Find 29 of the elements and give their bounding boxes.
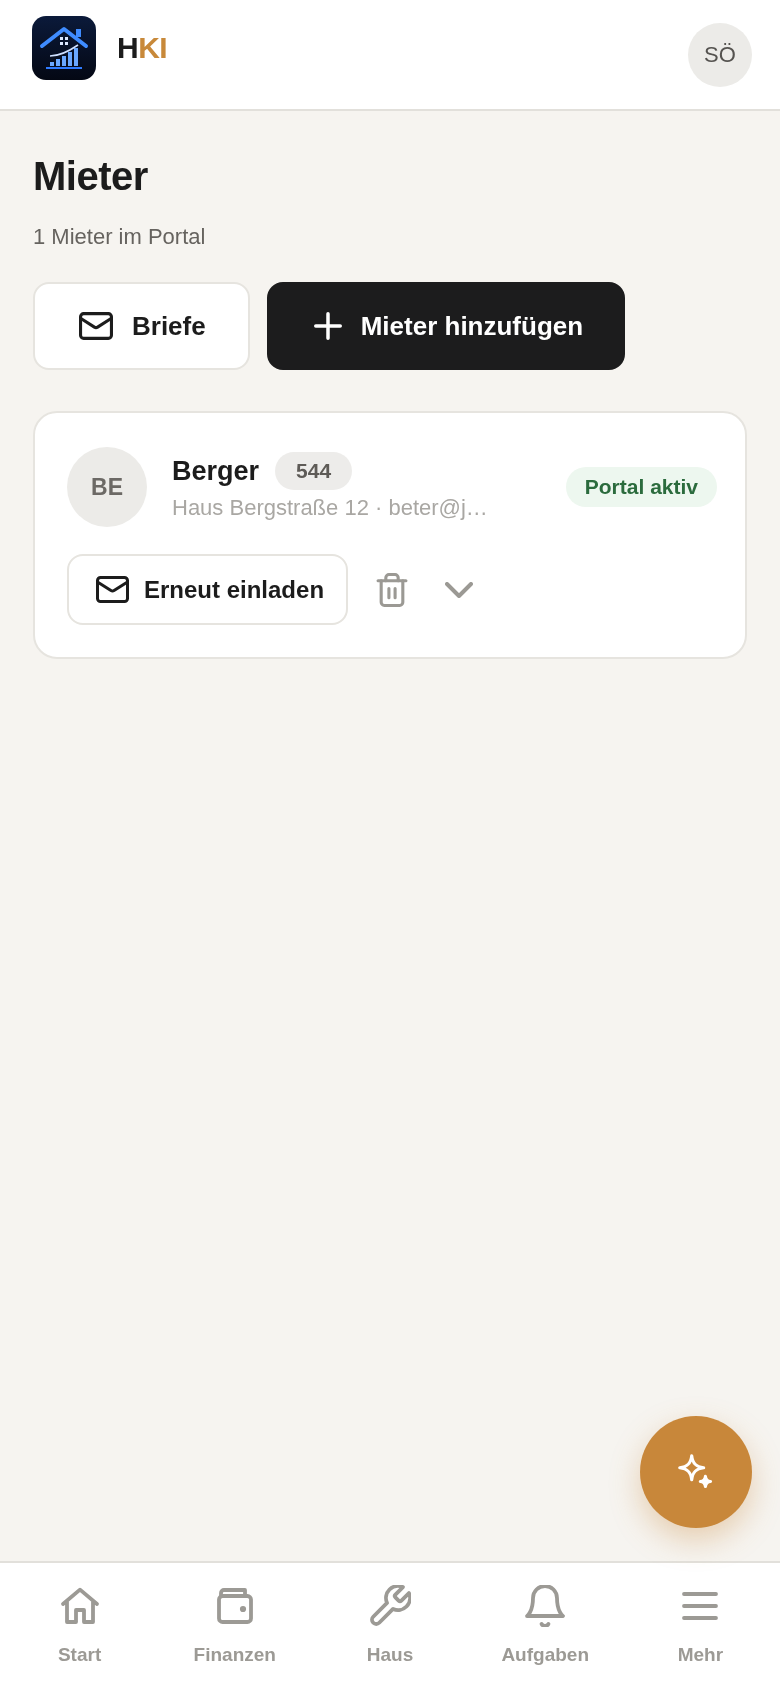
page-title: Mieter: [33, 153, 149, 200]
page-subtitle: 1 Mieter im Portal: [33, 223, 207, 251]
house-chart-logo-icon: [32, 15, 96, 80]
add-tenant-button[interactable]: Mieter hinzufügen: [266, 282, 626, 370]
nav-tab[interactable]: Haus: [312, 1563, 468, 1688]
nav-tab[interactable]: Start: [2, 1563, 158, 1688]
trash-icon: [376, 572, 409, 607]
mail-icon: [96, 576, 129, 603]
unit-number-tag: 544: [275, 452, 353, 490]
mail-icon: [79, 312, 113, 340]
reinvite-button[interactable]: Erneut einladen: [67, 554, 349, 625]
delete-button[interactable]: [376, 572, 409, 607]
nav-tab[interactable]: Finanzen: [157, 1563, 313, 1688]
tenant-name: Berger: [172, 455, 260, 488]
nav-tab[interactable]: Aufgaben: [467, 1563, 623, 1688]
bell-icon: [524, 1585, 567, 1627]
sparkles-icon: [678, 1454, 714, 1490]
tenant-details: Haus Bergstraße 12 · beter@j…: [172, 494, 489, 522]
plus-icon: [313, 312, 342, 340]
app-name: HKI: [117, 30, 168, 65]
nav-tab[interactable]: Mehr: [622, 1563, 778, 1688]
portal-status-tag: Portal aktiv: [565, 467, 717, 507]
wrench-icon: [369, 1585, 411, 1627]
user-avatar-button[interactable]: SÖ: [688, 22, 752, 87]
letters-button[interactable]: Briefe: [33, 282, 250, 370]
tenant-avatar: BE: [67, 447, 147, 527]
chevron-down-icon: [445, 581, 474, 598]
home-icon: [58, 1585, 101, 1627]
expand-button[interactable]: [445, 581, 474, 598]
